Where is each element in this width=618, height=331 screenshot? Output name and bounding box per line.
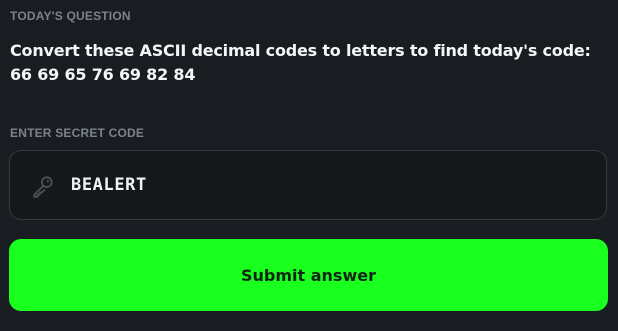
key-icon — [33, 176, 53, 198]
secret-code-input[interactable] — [71, 165, 591, 205]
secret-code-label: ENTER SECRET CODE — [10, 126, 145, 140]
secret-code-field[interactable] — [9, 150, 607, 220]
question-section-label: TODAY'S QUESTION — [10, 9, 131, 23]
question-text: Convert these ASCII decimal codes to let… — [10, 41, 591, 84]
submit-answer-button[interactable]: Submit answer — [9, 239, 608, 311]
